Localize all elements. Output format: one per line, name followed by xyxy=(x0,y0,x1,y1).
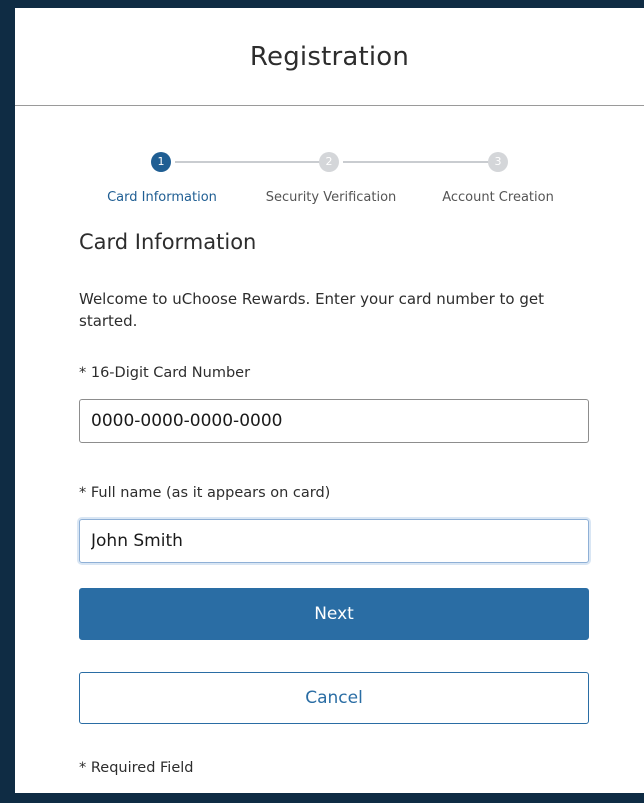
stepper-connector xyxy=(175,161,323,163)
page-header: Registration xyxy=(15,8,644,106)
card-number-label: * 16-Digit Card Number xyxy=(79,365,251,381)
progress-stepper: 1 2 3 Card Information Security Verifica… xyxy=(15,148,644,210)
full-name-input[interactable] xyxy=(79,519,589,563)
step-1-indicator: 1 xyxy=(151,152,171,172)
page-title: Registration xyxy=(249,41,410,72)
card-number-input[interactable] xyxy=(79,399,589,443)
cancel-button[interactable]: Cancel xyxy=(79,672,589,724)
full-name-label: * Full name (as it appears on card) xyxy=(79,485,331,501)
step-3-label: Account Creation xyxy=(442,190,554,205)
step-2-label: Security Verification xyxy=(265,190,397,205)
step-3-indicator: 3 xyxy=(488,152,508,172)
stepper-connector xyxy=(343,161,491,163)
step-2-indicator: 2 xyxy=(319,152,339,172)
section-title: Card Information xyxy=(79,230,257,254)
required-field-note: * Required Field xyxy=(79,760,194,776)
intro-text: Welcome to uChoose Rewards. Enter your c… xyxy=(79,290,544,330)
registration-panel: Registration 1 2 3 Card Information Secu… xyxy=(15,8,644,793)
next-button[interactable]: Next xyxy=(79,588,589,640)
step-1-label: Card Information xyxy=(107,190,217,205)
